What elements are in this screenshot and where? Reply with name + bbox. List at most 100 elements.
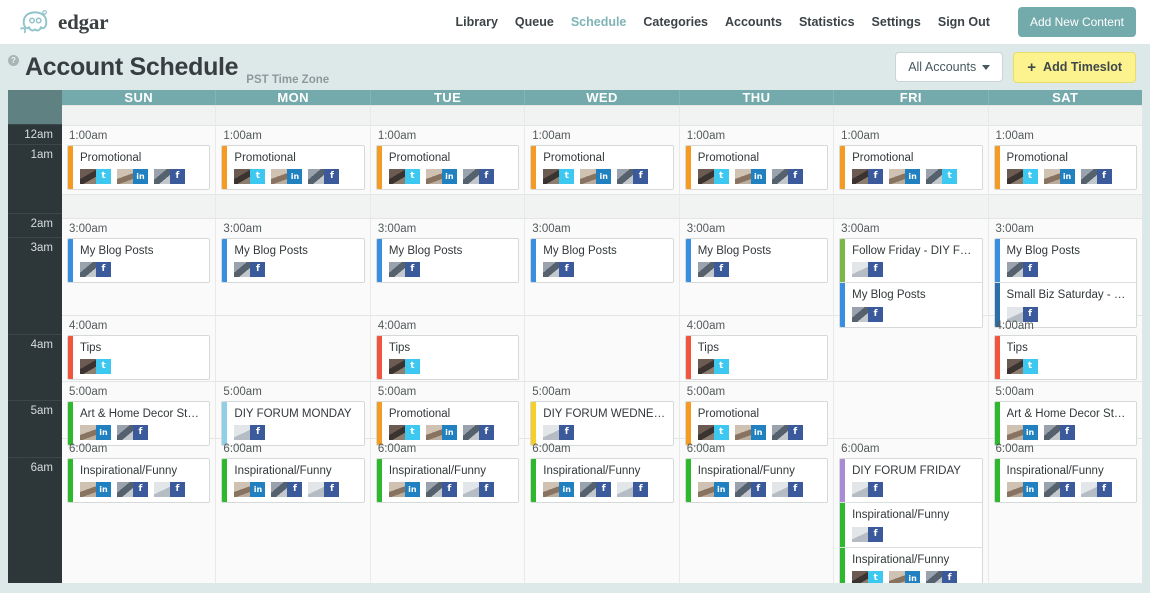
calendar-cell-sat-5am[interactable]: 5:00am Art & Home Decor Store in f (989, 382, 1142, 447)
timeslot-card[interactable]: My Blog Posts f (376, 239, 519, 283)
social-account-icon-tw[interactable]: t (234, 169, 266, 185)
social-account-icon-li[interactable]: in (117, 169, 148, 185)
social-account-icon-fb[interactable]: f (1006, 262, 1038, 278)
social-account-icon-tw[interactable]: t (388, 359, 420, 375)
calendar-cell-sun-2am[interactable] (62, 195, 217, 218)
calendar-cell-tue-6am[interactable]: 6:00am Inspirational/Funny in f f (371, 439, 526, 583)
calendar-cell-sat-1am[interactable]: 1:00am Promotional t in f (989, 126, 1142, 194)
calendar-cell-sun-1am[interactable]: 1:00am Promotional t in f (62, 126, 217, 194)
social-account-icon-fb[interactable]: f (308, 482, 340, 498)
social-account-icon-li[interactable]: in (580, 169, 612, 185)
timeslot-card[interactable]: My Blog Posts f (531, 239, 673, 283)
social-account-icon-fb[interactable]: f (462, 169, 494, 185)
social-account-icon-li[interactable]: in (271, 169, 303, 185)
timeslot-card[interactable]: Promotional t in f (994, 146, 1136, 190)
social-account-icon-fb[interactable]: f (697, 262, 729, 278)
social-account-icon-tw[interactable]: t (852, 571, 884, 583)
calendar-cell-tue-3am[interactable]: 3:00am My Blog Posts f (371, 219, 526, 315)
calendar-cell-fri-1am[interactable]: 1:00am Promotional f in t (834, 126, 989, 194)
social-account-icon-fb[interactable]: f (852, 169, 884, 185)
social-account-icon-fb[interactable]: f (234, 262, 266, 278)
social-account-icon-tw[interactable]: t (80, 359, 111, 375)
social-account-icon-fb[interactable]: f (617, 482, 649, 498)
calendar-cell-fri-2am[interactable] (834, 195, 989, 218)
social-account-icon-li[interactable]: in (425, 169, 457, 185)
brand-logo-link[interactable]: edgar (18, 9, 109, 35)
calendar-cell-mon-6am[interactable]: 6:00am Inspirational/Funny in f f (216, 439, 371, 583)
calendar-cell-sun-4am[interactable]: 4:00am Tips t (62, 316, 217, 381)
calendar-cell-fri-5am[interactable] (834, 382, 989, 438)
calendar-cell-tue-4am[interactable]: 4:00am Tips t (371, 316, 526, 381)
calendar-cell-sat-2am[interactable] (989, 195, 1142, 218)
calendar-cell-sun-12am[interactable] (62, 106, 217, 125)
timeslot-card[interactable]: Inspirational/Funny t in f (840, 547, 982, 583)
calendar-cell-mon-2am[interactable] (216, 195, 371, 218)
social-account-icon-fb[interactable]: f (771, 169, 803, 185)
timeslot-card[interactable]: Inspirational/Funny in f f (994, 459, 1136, 503)
social-account-icon-fb[interactable]: f (852, 262, 884, 278)
calendar-cell-tue-5am[interactable]: 5:00am Promotional t in f (371, 382, 526, 447)
timeslot-card[interactable]: Follow Friday - DIY Forum f (840, 239, 982, 284)
timeslot-card[interactable]: Promotional t in f (685, 146, 828, 190)
calendar-cell-fri-4am[interactable] (834, 316, 989, 381)
calendar-cell-wed-2am[interactable] (525, 195, 680, 218)
social-account-icon-tw[interactable]: t (697, 359, 729, 375)
social-account-icon-fb[interactable]: f (271, 482, 303, 498)
timeslot-card[interactable]: My Blog Posts f (994, 239, 1136, 284)
social-account-icon-fb[interactable]: f (771, 482, 803, 498)
calendar-cell-fri-12am[interactable] (834, 106, 989, 125)
social-account-icon-fb[interactable]: f (1043, 482, 1075, 498)
social-account-icon-fb[interactable]: f (543, 262, 575, 278)
social-account-icon-fb[interactable]: f (80, 262, 111, 278)
social-account-icon-fb[interactable]: f (154, 482, 185, 498)
calendar-cell-mon-3am[interactable]: 3:00am My Blog Posts f (216, 219, 371, 315)
help-icon[interactable]: ? (8, 55, 19, 66)
social-account-icon-tw[interactable]: t (697, 169, 729, 185)
calendar-cell-tue-12am[interactable] (371, 106, 526, 125)
social-account-icon-tw[interactable]: t (543, 169, 575, 185)
social-account-icon-li[interactable]: in (1006, 482, 1038, 498)
accounts-filter-dropdown[interactable]: All Accounts (895, 52, 1004, 82)
timeslot-card[interactable]: Inspirational/Funny in f f (685, 459, 828, 503)
social-account-icon-tw[interactable]: t (80, 169, 111, 185)
nav-link-categories[interactable]: Categories (643, 15, 708, 29)
add-new-content-button[interactable]: Add New Content (1017, 7, 1136, 37)
social-account-icon-li[interactable]: in (889, 169, 921, 185)
calendar-cell-wed-1am[interactable]: 1:00am Promotional t in f (525, 126, 680, 194)
calendar-cell-thu-6am[interactable]: 6:00am Inspirational/Funny in f f (680, 439, 835, 583)
calendar-cell-sat-6am[interactable]: 6:00am Inspirational/Funny in f f (989, 439, 1142, 583)
calendar-cell-sat-3am[interactable]: 3:00am My Blog Posts f Small Biz Saturday -… (989, 219, 1142, 328)
timeslot-card[interactable]: Inspirational/Funny in f f (531, 459, 673, 503)
social-account-icon-fb[interactable]: f (117, 482, 148, 498)
social-account-icon-fb[interactable]: f (617, 169, 649, 185)
timeslot-card[interactable]: Promotional t in f (68, 146, 210, 190)
calendar-cell-wed-3am[interactable]: 3:00am My Blog Posts f (525, 219, 680, 315)
timeslot-card[interactable]: Promotional f in t (840, 146, 982, 190)
add-timeslot-button[interactable]: + Add Timeslot (1013, 51, 1136, 83)
calendar-cell-mon-5am[interactable]: 5:00am DIY FORUM MONDAY f (216, 382, 371, 447)
social-account-icon-li[interactable]: in (1043, 169, 1075, 185)
calendar-cell-thu-4am[interactable]: 4:00am Tips t (680, 316, 835, 381)
calendar-cell-thu-5am[interactable]: 5:00am Promotional t in f (680, 382, 835, 447)
timeslot-card[interactable]: Tips t (685, 336, 828, 380)
social-account-icon-fb[interactable]: f (388, 262, 420, 278)
nav-link-statistics[interactable]: Statistics (799, 15, 855, 29)
calendar-cell-sat-12am[interactable] (989, 106, 1142, 125)
timeslot-card[interactable]: Inspirational/Funny in f f (376, 459, 519, 503)
calendar-cell-mon-12am[interactable] (216, 106, 371, 125)
nav-link-settings[interactable]: Settings (872, 15, 921, 29)
calendar-cell-wed-6am[interactable]: 6:00am Inspirational/Funny in f f (525, 439, 680, 583)
nav-link-library[interactable]: Library (456, 15, 498, 29)
calendar-cell-mon-4am[interactable] (216, 316, 371, 381)
social-account-icon-fb[interactable]: f (308, 169, 340, 185)
social-account-icon-fb[interactable]: f (926, 571, 958, 583)
nav-link-accounts[interactable]: Accounts (725, 15, 782, 29)
social-account-icon-li[interactable]: in (734, 169, 766, 185)
calendar-cell-wed-4am[interactable] (525, 316, 680, 381)
calendar-cell-fri-6am[interactable]: 6:00am DIY FORUM FRIDAY f Inspirational/Fun… (834, 439, 989, 583)
social-account-icon-li[interactable]: in (234, 482, 266, 498)
social-account-icon-li[interactable]: in (543, 482, 575, 498)
timeslot-card[interactable]: My Blog Posts f (222, 239, 364, 283)
calendar-cell-wed-12am[interactable] (525, 106, 680, 125)
timeslot-card[interactable]: My Blog Posts f (68, 239, 210, 283)
